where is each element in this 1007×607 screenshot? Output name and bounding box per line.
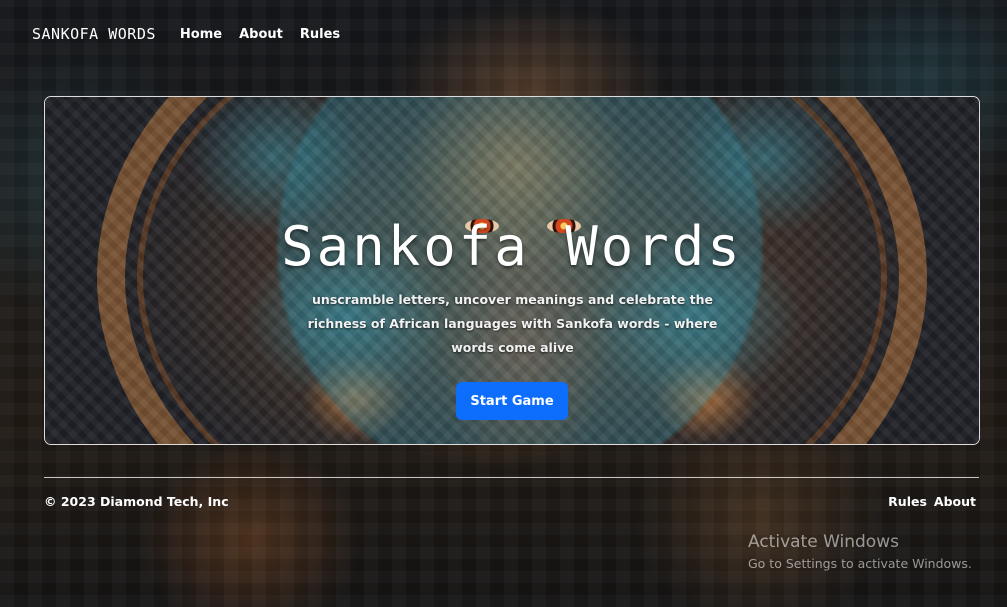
brand-link[interactable]: SANKOFA WORDS: [32, 25, 156, 43]
footer-links: Rules About: [888, 494, 976, 509]
footer-copyright: © 2023 Diamond Tech, Inc: [44, 494, 229, 509]
footer-link-rules[interactable]: Rules: [888, 494, 927, 509]
navbar: SANKOFA WORDS Home About Rules: [32, 25, 357, 43]
footer-link-about[interactable]: About: [934, 494, 976, 509]
nav-link-about[interactable]: About: [239, 27, 283, 42]
start-game-button[interactable]: Start Game: [456, 382, 568, 420]
nav-link-rules[interactable]: Rules: [300, 27, 340, 42]
footer-divider: [44, 477, 979, 478]
watermark-subtitle: Go to Settings to activate Windows.: [748, 556, 972, 571]
hero-card: Sankofa Words unscramble letters, uncove…: [44, 96, 980, 445]
watermark-title: Activate Windows: [748, 532, 899, 552]
hero-description: unscramble letters, uncover meanings and…: [307, 292, 718, 355]
nav-link-home[interactable]: Home: [180, 27, 222, 42]
hero-content: Sankofa Words unscramble letters, uncove…: [45, 97, 979, 444]
hero-title: Sankofa Words: [281, 215, 743, 278]
windows-activation-watermark: Activate Windows Go to Settings to activ…: [748, 531, 972, 574]
